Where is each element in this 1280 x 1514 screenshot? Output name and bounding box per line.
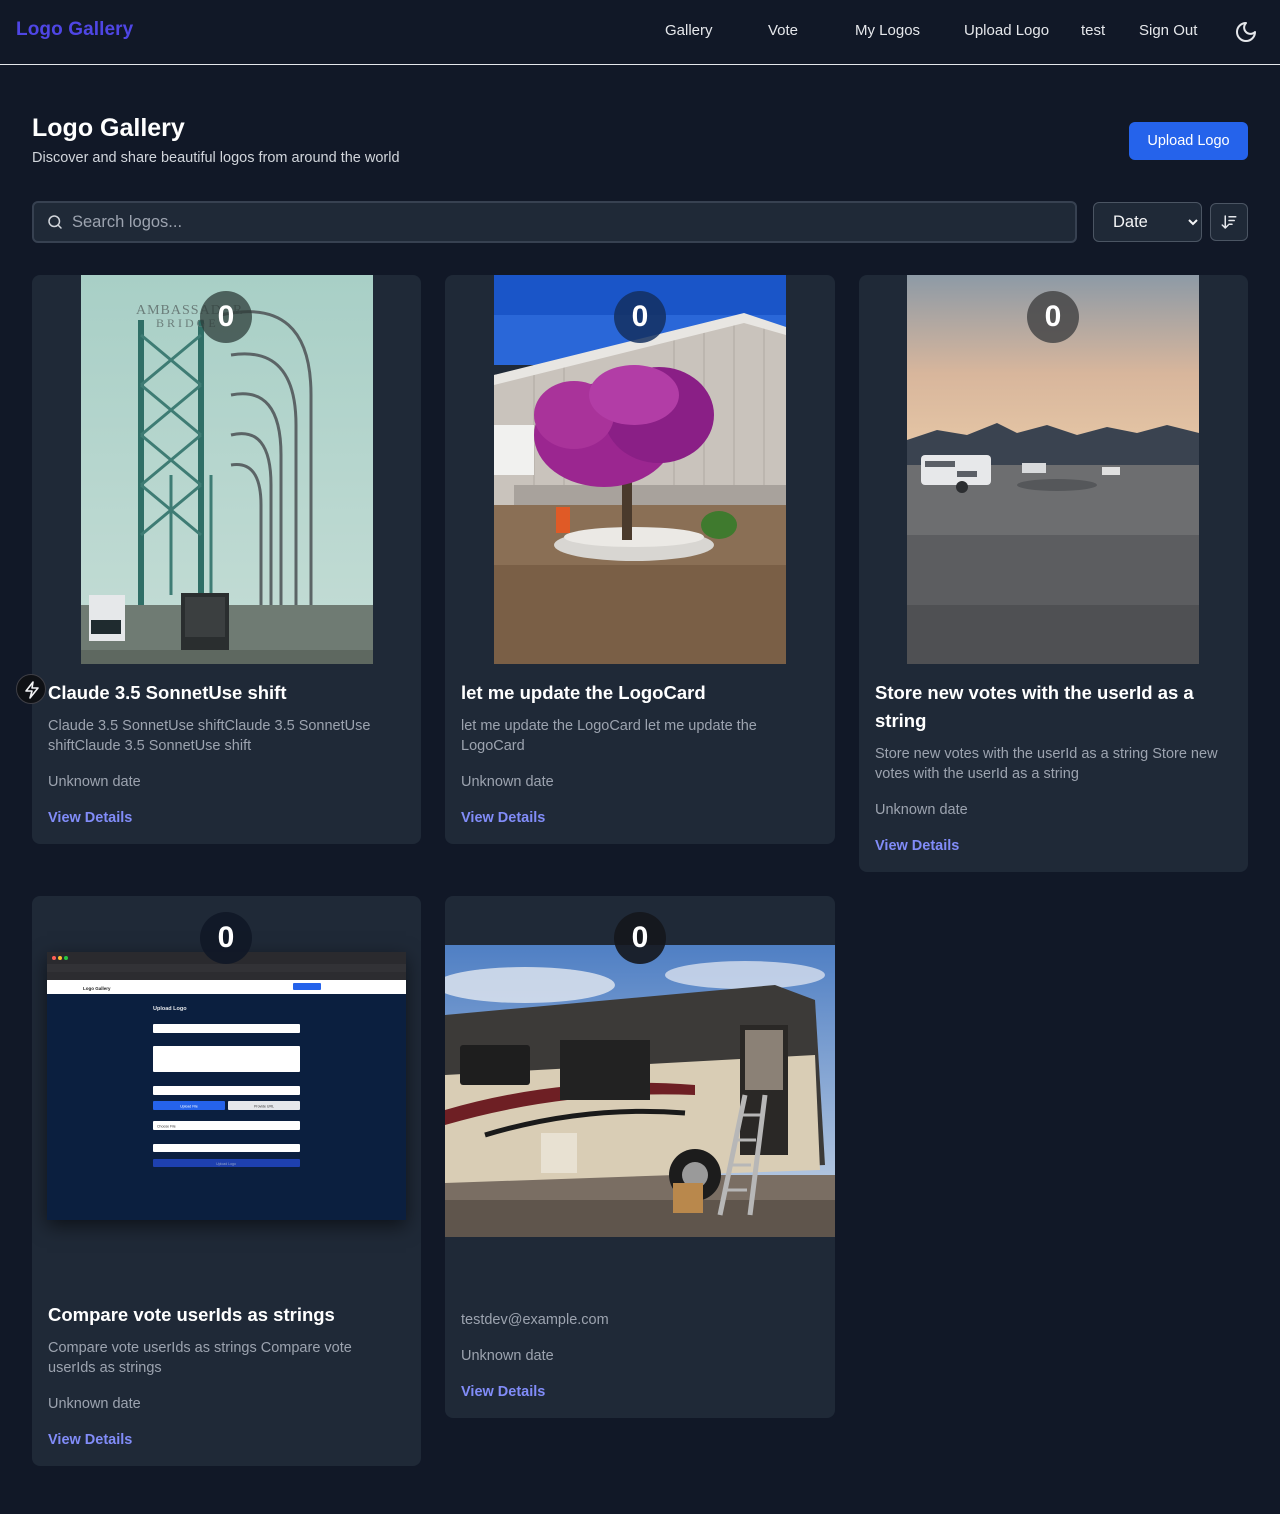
view-details-link[interactable]: View Details xyxy=(461,810,545,826)
card-title: Compare vote userIds as strings xyxy=(48,1304,335,1325)
vote-count-badge[interactable]: 0 xyxy=(1027,291,1079,343)
nav-vote[interactable]: Vote xyxy=(768,22,798,39)
logo-card: Logo Gallery Upload Logo Upload File Pro… xyxy=(32,896,421,1466)
vote-count-badge[interactable]: 0 xyxy=(614,291,666,343)
screenshot-choose-file: Choose File xyxy=(157,1125,176,1129)
logo-card: 0 let me update the LogoCard let me upda… xyxy=(445,275,835,844)
card-description: Store new votes with the userId as a str… xyxy=(875,746,1218,782)
page-title: Logo Gallery xyxy=(32,114,185,142)
vote-count-badge[interactable]: 0 xyxy=(614,912,666,964)
logo-card: 0 testdev@example.com Unknown date View … xyxy=(445,896,835,1418)
screenshot-brand: Logo Gallery xyxy=(83,986,111,991)
sort-descending-icon xyxy=(1221,215,1237,229)
vote-count-badge[interactable]: 0 xyxy=(200,291,252,343)
logo-image-upload-form-screenshot[interactable]: Logo Gallery Upload Logo Upload File Pro… xyxy=(47,952,406,1220)
top-nav: Logo Gallery Gallery Vote My Logos Uploa… xyxy=(0,0,1280,65)
sign-out-link[interactable]: Sign Out xyxy=(1139,22,1197,39)
screenshot-provide-url-btn: Provide URL xyxy=(254,1105,274,1109)
search-input[interactable] xyxy=(72,203,1062,241)
vote-count-badge[interactable]: 0 xyxy=(200,912,252,964)
card-date: Unknown date xyxy=(48,774,141,790)
moon-icon[interactable] xyxy=(1234,20,1258,44)
sort-select[interactable]: Date xyxy=(1093,202,1202,242)
logo-card: AMBASSADOR BRIDGE 0 Claude 3.5 SonnetUse… xyxy=(32,275,421,844)
card-date: Unknown date xyxy=(875,802,968,818)
card-description: let me update the LogoCard let me update… xyxy=(461,718,757,754)
brand-link[interactable]: Logo Gallery xyxy=(16,19,133,41)
search-icon xyxy=(48,215,62,229)
view-details-link[interactable]: View Details xyxy=(875,838,959,854)
nav-upload-logo[interactable]: Upload Logo xyxy=(964,22,1049,39)
card-date: Unknown date xyxy=(461,774,554,790)
logo-card: 0 Store new votes with the userId as a s… xyxy=(859,275,1248,872)
logo-image-motorhome[interactable] xyxy=(445,945,835,1237)
nav-gallery[interactable]: Gallery xyxy=(665,22,713,39)
card-title: Store new votes with the userId as a str… xyxy=(875,682,1194,731)
view-details-link[interactable]: View Details xyxy=(461,1384,545,1400)
nav-my-logos[interactable]: My Logos xyxy=(855,22,920,39)
card-description: Compare vote userIds as strings Compare … xyxy=(48,1340,352,1376)
search-box xyxy=(32,201,1077,243)
card-title: Claude 3.5 SonnetUse shift xyxy=(48,682,287,703)
view-details-link[interactable]: View Details xyxy=(48,810,132,826)
card-date: Unknown date xyxy=(461,1348,554,1364)
view-details-link[interactable]: View Details xyxy=(48,1432,132,1448)
upload-logo-button[interactable]: Upload Logo xyxy=(1129,122,1248,160)
card-title: let me update the LogoCard xyxy=(461,682,706,703)
nav-username: test xyxy=(1081,22,1106,39)
card-description: Claude 3.5 SonnetUse shiftClaude 3.5 Son… xyxy=(48,718,371,754)
lightning-icon[interactable] xyxy=(16,674,46,704)
screenshot-upload-logo-btn: Upload Logo xyxy=(216,1162,236,1166)
screenshot-upload-title: Upload Logo xyxy=(153,1006,187,1012)
page-subtitle: Discover and share beautiful logos from … xyxy=(32,150,400,166)
sort-direction-button[interactable] xyxy=(1210,203,1248,241)
card-owner: testdev@example.com xyxy=(461,1312,609,1328)
card-date: Unknown date xyxy=(48,1396,141,1412)
screenshot-upload-file-btn: Upload File xyxy=(180,1105,198,1109)
